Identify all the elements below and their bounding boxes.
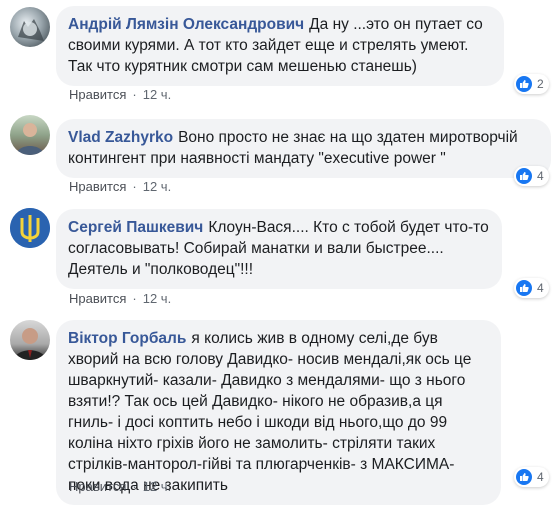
comment-time[interactable]: 12 ч. [143, 479, 171, 494]
person-avatar-icon [16, 123, 44, 155]
reaction-count: 4 [537, 169, 544, 183]
reaction-count-badge[interactable]: 4 [514, 278, 549, 298]
comment-bubble: Віктор Горбаль я колись жив в одному селі… [56, 320, 501, 505]
comment-actions: Нравится · 12 ч. [69, 479, 171, 494]
comment-bubble: Андрій Лямзін Олександрович Да ну ...это … [56, 6, 504, 86]
separator: · [132, 479, 137, 494]
reaction-count-badge[interactable]: 4 [514, 467, 549, 487]
avatar[interactable] [10, 7, 50, 47]
comment-author[interactable]: Vlad Zazhyrko [68, 129, 173, 146]
comment-time[interactable]: 12 ч. [143, 87, 171, 102]
like-icon [516, 168, 532, 184]
comment-actions: Нравится · 12 ч. [69, 87, 171, 102]
like-link[interactable]: Нравится [69, 479, 126, 494]
comment-author[interactable]: Андрій Лямзін Олександрович [68, 16, 304, 33]
wolf-avatar-icon [18, 19, 44, 41]
like-icon [516, 76, 532, 92]
comment-bubble: Vlad Zazhyrko Воно просто не знає на що з… [56, 119, 551, 178]
reaction-count: 4 [537, 470, 544, 484]
comment-time[interactable]: 12 ч. [143, 291, 171, 306]
person-avatar-icon [14, 328, 46, 360]
comment-time[interactable]: 12 ч. [143, 179, 171, 194]
comment-author[interactable]: Віктор Горбаль [68, 330, 186, 347]
avatar[interactable] [10, 115, 50, 155]
trident-avatar-icon [10, 208, 50, 248]
avatar[interactable] [10, 320, 50, 360]
separator: · [132, 291, 137, 306]
reaction-count-badge[interactable]: 2 [514, 74, 549, 94]
separator: · [132, 179, 137, 194]
comment-bubble: Сергей Пашкевич Клоун-Вася.... Кто с тобо… [56, 209, 502, 289]
comment-text: я колись жив в одному селі,де був хворий… [68, 330, 472, 494]
comment-actions: Нравится · 12 ч. [69, 291, 171, 306]
comment-author[interactable]: Сергей Пашкевич [68, 219, 203, 236]
comment-actions: Нравится · 12 ч. [69, 179, 171, 194]
like-icon [516, 280, 532, 296]
reaction-count: 4 [537, 281, 544, 295]
reaction-count: 2 [537, 77, 544, 91]
like-link[interactable]: Нравится [69, 179, 126, 194]
like-icon [516, 469, 532, 485]
like-link[interactable]: Нравится [69, 291, 126, 306]
like-link[interactable]: Нравится [69, 87, 126, 102]
avatar[interactable] [10, 208, 50, 248]
separator: · [132, 87, 137, 102]
reaction-count-badge[interactable]: 4 [514, 166, 549, 186]
